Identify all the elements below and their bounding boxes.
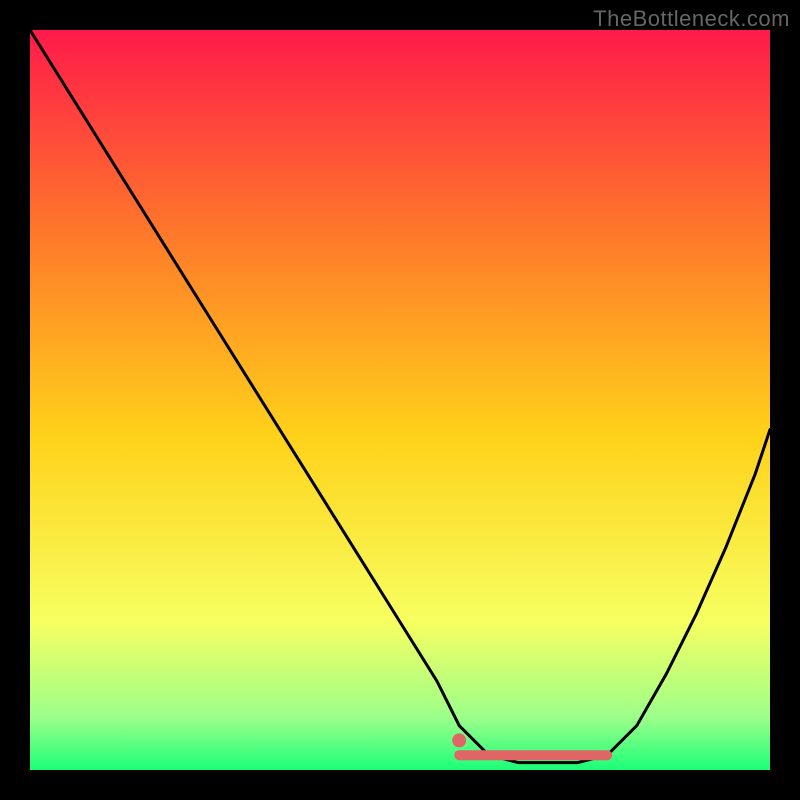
chart-frame: TheBottleneck.com xyxy=(0,0,800,800)
plot-svg xyxy=(30,30,770,770)
gradient-background xyxy=(30,30,770,770)
marker-point xyxy=(452,733,466,747)
plot-area xyxy=(30,30,770,770)
watermark-text: TheBottleneck.com xyxy=(593,6,790,32)
